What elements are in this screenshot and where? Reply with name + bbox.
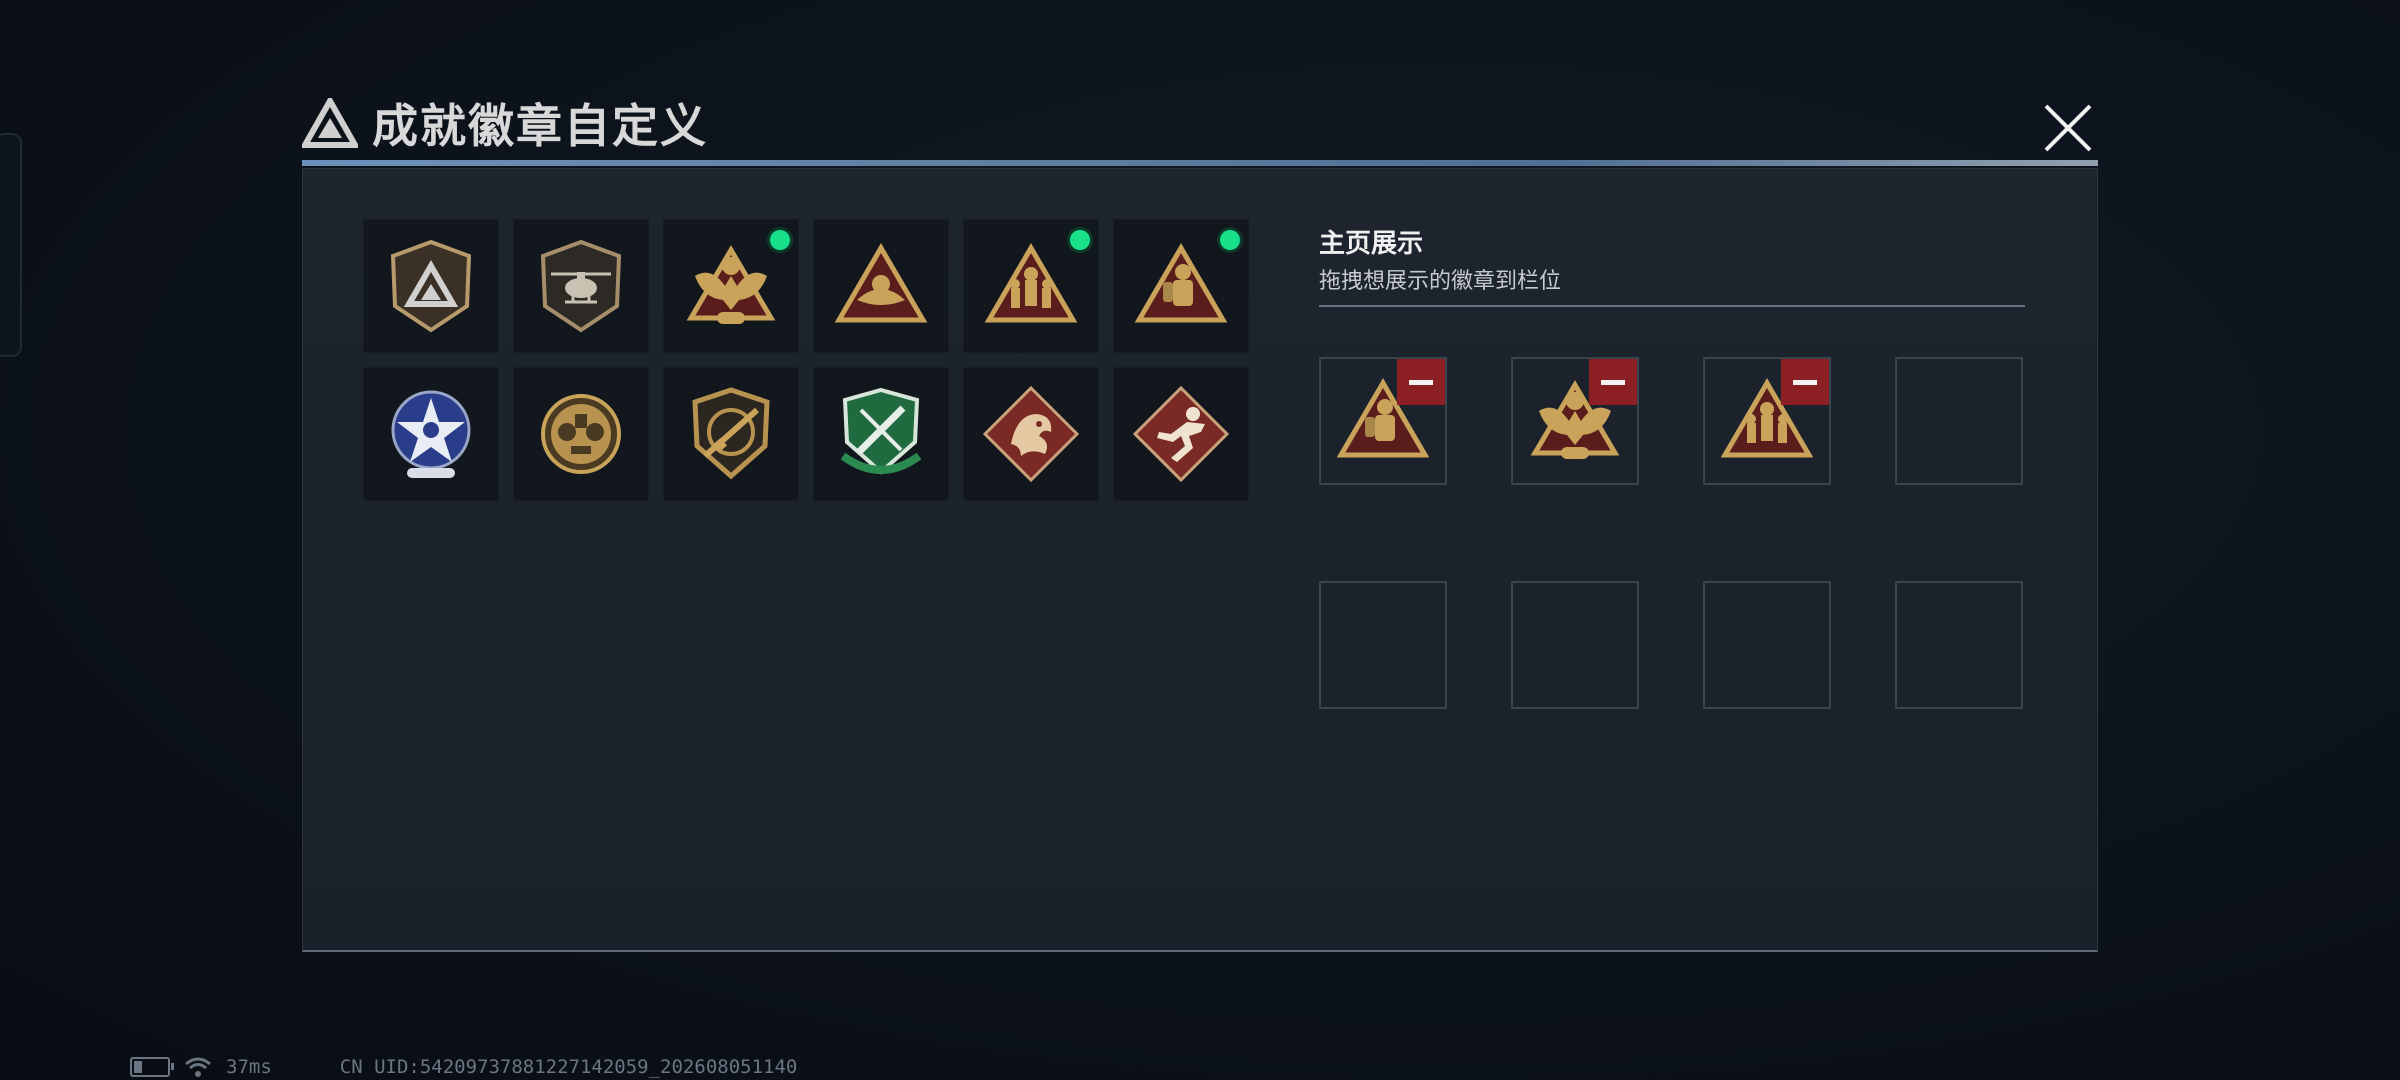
showcase-title: 主页展示 [1319,229,1424,259]
wifi-icon [185,1057,211,1077]
header-divider [302,160,2098,166]
badge-cell[interactable] [513,367,649,501]
badge-cell[interactable] [663,367,799,501]
showcase-slot-3[interactable] [1703,357,1831,485]
status-bar: 37ms CN UID:54209737881227142059_2026080… [130,1056,797,1078]
minus-icon [1601,379,1625,385]
showcase-divider [1319,305,2025,307]
badge-cell[interactable] [1113,367,1249,501]
minus-icon [1409,379,1433,385]
gold-skull-medal-badge [541,394,621,474]
rifle-shield-badge [692,387,770,480]
side-handle[interactable] [0,133,22,357]
battery-icon [130,1057,174,1077]
remove-badge-button[interactable] [1397,359,1445,405]
blue-star-medal-badge [391,390,471,478]
modal-title: 成就徽章自定义 [372,99,708,153]
showcase-slot-5[interactable] [1319,581,1447,709]
uid-text: CN UID:54209737881227142059_202608051140 [339,1056,798,1078]
showcase-slot-6[interactable] [1511,581,1639,709]
gold-soldiers-triangle-badge [984,243,1078,323]
badge-customize-panel: 主页展示 拖拽想展示的徽章到栏位 [302,168,2098,952]
badge-cell[interactable] [663,219,799,353]
red-runner-diamond-badge [1132,385,1230,483]
gold-firefighter-triangle-badge [1134,243,1228,323]
remove-badge-button[interactable] [1781,359,1829,405]
badge-collection-grid [363,219,1249,501]
modal-header: 成就徽章自定义 [302,90,708,156]
showcase-slot-2[interactable] [1511,357,1639,485]
red-dragon-diamond-badge [982,385,1080,483]
green-knife-shield-badge [840,387,922,475]
close-icon [2044,104,2092,152]
badge-cell[interactable] [363,367,499,501]
badge-cell[interactable] [813,219,949,353]
helicopter-shield-badge [540,239,622,333]
gold-triangle-emblem-badge [834,243,928,323]
badge-cell[interactable] [813,367,949,501]
showcase-slot-8[interactable] [1895,581,2023,709]
minus-icon [1793,379,1817,385]
ping-value: 37ms [226,1056,272,1078]
showcase-slot-1[interactable] [1319,357,1447,485]
showcase-slot-4[interactable] [1895,357,2023,485]
badge-cell[interactable] [363,219,499,353]
gray-shield-triangle-badge [390,239,472,333]
showcase-subtitle: 拖拽想展示的徽章到栏位 [1319,269,1562,294]
badge-cell[interactable] [963,219,1099,353]
gold-eagle-triangle-badge [686,245,776,324]
triangle-logo-icon [302,98,358,148]
equipped-indicator [1070,230,1090,250]
showcase-slot-7[interactable] [1703,581,1831,709]
equipped-indicator [1220,230,1240,250]
close-button[interactable] [2040,100,2096,156]
badge-cell[interactable] [963,367,1099,501]
badge-cell[interactable] [1113,219,1249,353]
equipped-indicator [770,230,790,250]
badge-cell[interactable] [513,219,649,353]
remove-badge-button[interactable] [1589,359,1637,405]
